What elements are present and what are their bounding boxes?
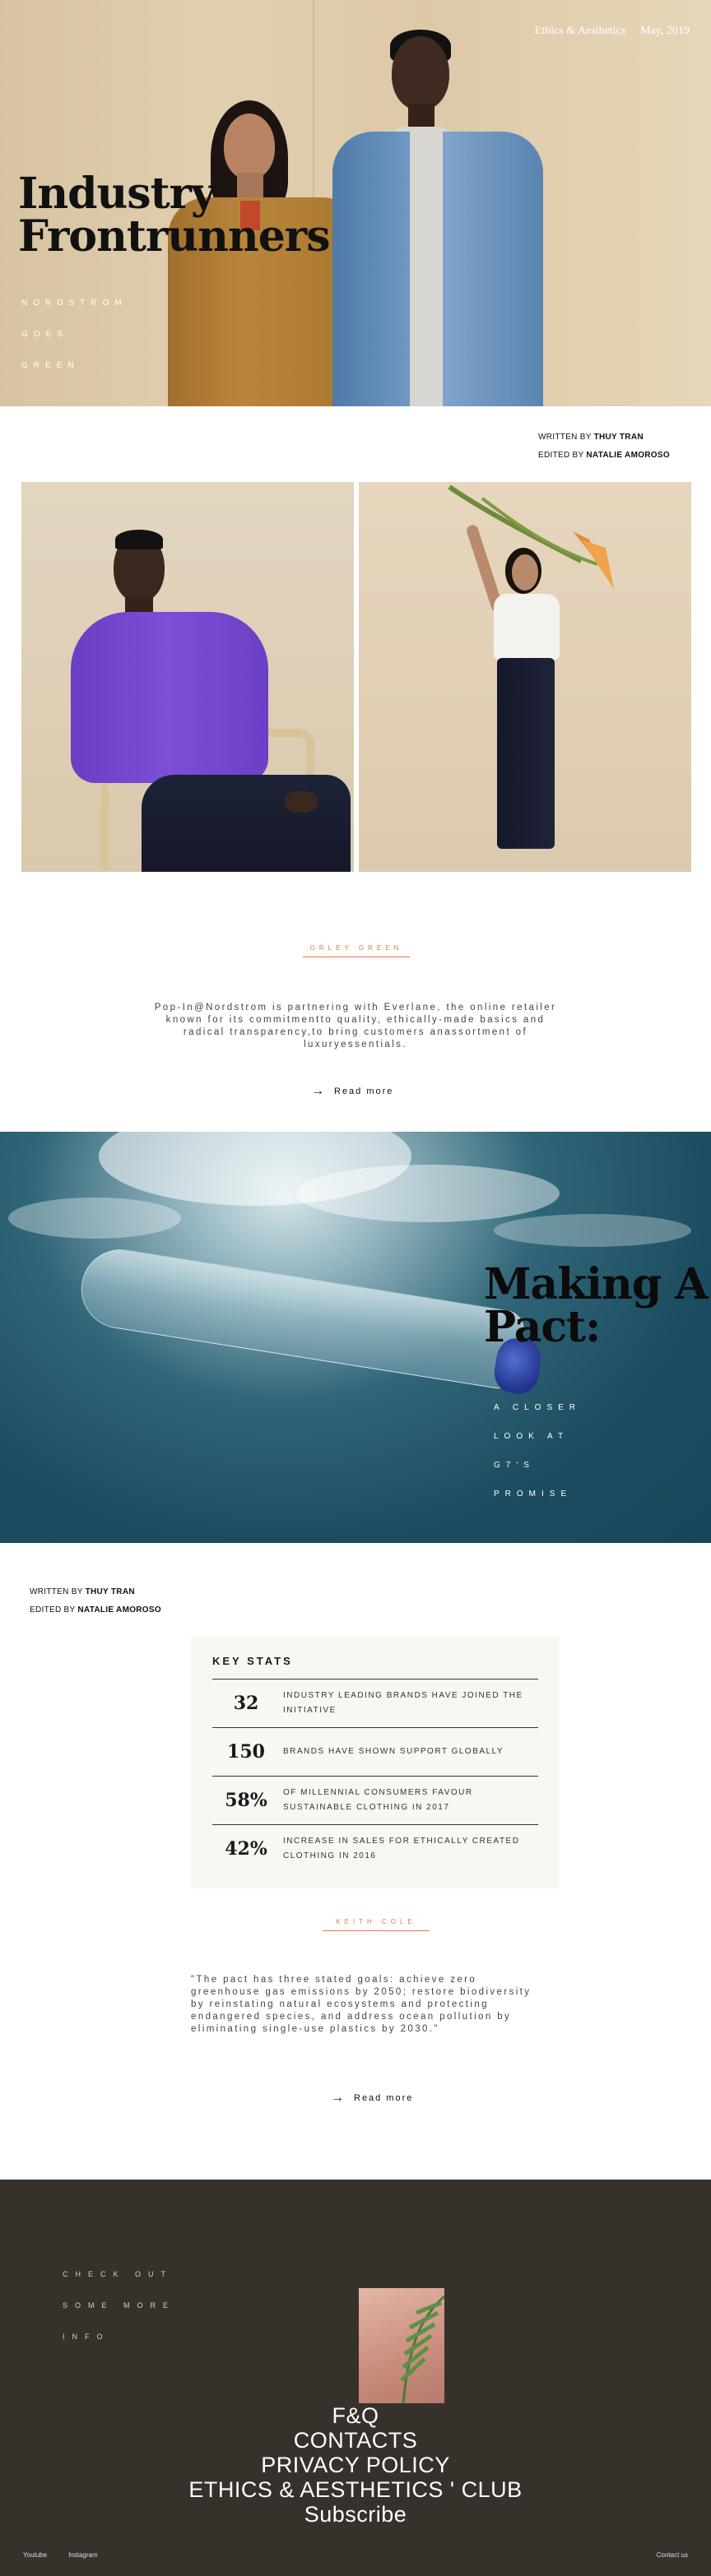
footer-check-line: INFO bbox=[63, 2333, 110, 2341]
photo-man-purple-sweater bbox=[21, 482, 354, 872]
section-label: KEITH COLE bbox=[306, 1918, 446, 1931]
water-title: Making A Pact: bbox=[484, 1259, 709, 1352]
page: Ethics & Aesthetics May, 2019 Industry F… bbox=[0, 0, 711, 2576]
writer-name[interactable]: THUY TRAN bbox=[86, 1587, 135, 1596]
instagram-link[interactable]: Instagram bbox=[68, 2551, 98, 2559]
footer-link-subscribe[interactable]: Subscribe bbox=[0, 2502, 711, 2527]
read-more-label: Read more bbox=[334, 1086, 394, 1096]
hand bbox=[285, 791, 318, 813]
ripple bbox=[494, 1214, 691, 1247]
read-more-label: Read more bbox=[354, 2093, 414, 2103]
navy-pants bbox=[497, 658, 555, 849]
face bbox=[392, 36, 449, 110]
footer: CHECK OUT SOME MORE INFO F&Q CONTACTS PR… bbox=[0, 2180, 711, 2576]
stat-number: 42% bbox=[225, 1838, 267, 1860]
stat-number: 32 bbox=[233, 1693, 259, 1714]
arrow-right-icon: → bbox=[331, 2091, 346, 2105]
hero-section: Ethics & Aesthetics May, 2019 Industry F… bbox=[0, 0, 711, 406]
stat-row: 58% OF MILLENNIAL CONSUMERS FAVOUR SUSTA… bbox=[212, 1776, 538, 1824]
denim-jacket bbox=[332, 132, 410, 406]
hair bbox=[115, 530, 163, 549]
section-label: ORLEY GREEN bbox=[286, 944, 426, 957]
article-credits: WRITTEN BY THUY TRAN EDITED BY NATALIE A… bbox=[538, 429, 670, 465]
hero-subtitle-line: NORDSTROM bbox=[21, 299, 128, 308]
footer-links: F&Q CONTACTS PRIVACY POLICY ETHICS & AES… bbox=[0, 2403, 711, 2527]
read-more-link[interactable]: → Read more bbox=[331, 2091, 413, 2106]
water-section: Making A Pact: A CLOSER LOOK AT G7'S PRO… bbox=[0, 1132, 711, 1543]
read-more-link[interactable]: → Read more bbox=[311, 1084, 393, 1099]
stat-number: 150 bbox=[227, 1741, 265, 1763]
hero-subtitle: NORDSTROM GOES GREEN bbox=[21, 288, 128, 382]
model-man-denim bbox=[332, 30, 545, 406]
article-quote: "The pact has three stated goals: achiev… bbox=[191, 1975, 532, 2034]
footer-palm-photo bbox=[359, 2288, 444, 2403]
social-links: Youtube Instagram bbox=[23, 2551, 98, 2559]
stat-description: OF MILLENNIAL CONSUMERS FAVOUR SUSTAINAB… bbox=[283, 1788, 473, 1812]
purple-sweater bbox=[71, 612, 268, 783]
edited-by: EDITED BY NATALIE AMOROSO bbox=[538, 451, 670, 460]
stat-description: INCREASE IN SALES FOR ETHICALLY CREATED … bbox=[283, 1837, 520, 1860]
edited-by: EDITED BY NATALIE AMOROSO bbox=[30, 1605, 161, 1615]
stat-row: 42% INCREASE IN SALES FOR ETHICALLY CREA… bbox=[212, 1824, 538, 1873]
water-subtitle: A CLOSER LOOK AT G7'S PROMISE bbox=[494, 1393, 581, 1508]
youtube-link[interactable]: Youtube bbox=[23, 2551, 47, 2559]
editor-name[interactable]: NATALIE AMOROSO bbox=[586, 451, 670, 460]
footer-link-faq[interactable]: F&Q bbox=[0, 2403, 711, 2428]
footer-link-contacts[interactable]: CONTACTS bbox=[0, 2428, 711, 2453]
stat-row: 32 INDUSTRY LEADING BRANDS HAVE JOINED T… bbox=[212, 1679, 538, 1727]
article-credits: WRITTEN BY THUY TRAN EDITED BY NATALIE A… bbox=[30, 1583, 161, 1619]
stat-row: 150 BRANDS HAVE SHOWN SUPPORT GLOBALLY bbox=[212, 1727, 538, 1776]
nav-brand-link[interactable]: Ethics & Aesthetics bbox=[535, 25, 625, 38]
footer-link-privacy[interactable]: PRIVACY POLICY bbox=[0, 2453, 711, 2477]
written-by: WRITTEN BY THUY TRAN bbox=[538, 433, 644, 442]
water-subtitle-line: G7'S bbox=[494, 1461, 535, 1470]
face bbox=[512, 554, 538, 591]
ripple bbox=[8, 1198, 181, 1239]
top-nav: Ethics & Aesthetics May, 2019 bbox=[535, 25, 690, 38]
denim-jacket-right bbox=[443, 132, 543, 406]
stat-number: 58% bbox=[225, 1790, 267, 1811]
photo-woman-palm-leaves bbox=[359, 482, 691, 872]
arrow-right-icon: → bbox=[311, 1084, 326, 1098]
face bbox=[224, 114, 275, 179]
water-subtitle-line: LOOK AT bbox=[494, 1432, 569, 1441]
palm-frond-icon bbox=[400, 2295, 444, 2403]
writer-name[interactable]: THUY TRAN bbox=[594, 433, 644, 442]
nav-date: May, 2019 bbox=[640, 25, 690, 37]
article-blurb: Pop-In@Nordstrom is partnering with Ever… bbox=[154, 1003, 557, 1049]
water-title-line: Pact: bbox=[484, 1302, 601, 1352]
hero-title-line: Frontrunners bbox=[18, 211, 330, 262]
contact-us-link[interactable]: Contact us bbox=[657, 2551, 688, 2559]
water-subtitle-line: A CLOSER bbox=[494, 1403, 582, 1412]
editor-name[interactable]: NATALIE AMOROSO bbox=[77, 1605, 161, 1615]
hero-subtitle-line: GOES bbox=[21, 330, 68, 339]
water-title-line: Making A bbox=[484, 1259, 709, 1309]
stat-description: BRANDS HAVE SHOWN SUPPORT GLOBALLY bbox=[283, 1747, 504, 1756]
white-tshirt bbox=[494, 594, 560, 660]
stat-description: INDUSTRY LEADING BRANDS HAVE JOINED THE … bbox=[283, 1691, 523, 1715]
footer-check-line: SOME MORE bbox=[63, 2301, 176, 2310]
hero-title-line: Industry bbox=[18, 169, 216, 219]
footer-check-out: CHECK OUT SOME MORE INFO bbox=[63, 2259, 175, 2352]
hero-title: Industry Frontrunners bbox=[18, 169, 330, 262]
key-stats-card: KEY STATS 32 INDUSTRY LEADING BRANDS HAV… bbox=[191, 1637, 560, 1888]
water-subtitle-line: PROMISE bbox=[494, 1490, 573, 1499]
key-stats-title: KEY STATS bbox=[212, 1655, 293, 1667]
written-by: WRITTEN BY THUY TRAN bbox=[30, 1587, 135, 1596]
dark-jeans bbox=[142, 775, 351, 872]
plastic-bottle bbox=[75, 1244, 527, 1392]
footer-link-club[interactable]: ETHICS & AESTHETICS ' CLUB bbox=[0, 2477, 711, 2502]
ripple bbox=[296, 1165, 560, 1222]
hero-subtitle-line: GREEN bbox=[21, 361, 80, 370]
footer-check-line: CHECK OUT bbox=[63, 2270, 174, 2278]
